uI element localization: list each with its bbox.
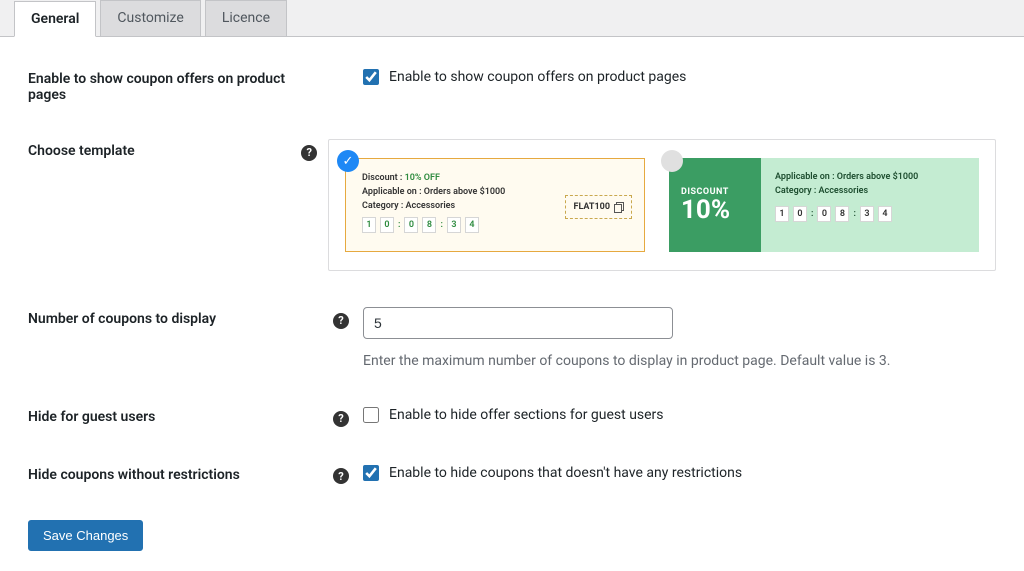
timer-digit: 0 <box>404 217 418 233</box>
row-choose-template: Choose template ? ✓ Discount : 10% OFF A… <box>28 139 996 271</box>
row-hide-no-restrict: Hide coupons without restrictions ? Enab… <box>28 463 996 485</box>
row-num-coupons: Number of coupons to display ? Enter the… <box>28 307 996 369</box>
input-num-coupons[interactable] <box>363 307 673 339</box>
tpl2-category: Category : Accessories <box>775 186 969 196</box>
timer-digit: 3 <box>447 217 461 233</box>
template-unselected-badge <box>661 150 683 172</box>
help-icon[interactable]: ? <box>333 313 349 329</box>
label-hide-guest: Hide for guest users <box>28 405 333 425</box>
template-option-1[interactable]: ✓ Discount : 10% OFF Applicable on : Ord… <box>345 158 645 252</box>
timer-digit: 1 <box>362 217 376 233</box>
checkbox-enable-offers[interactable] <box>363 69 379 85</box>
checkbox-hide-no-restrict[interactable] <box>363 465 379 481</box>
help-icon[interactable]: ? <box>333 468 349 484</box>
checkbox-label-enable-offers: Enable to show coupon offers on product … <box>389 69 686 85</box>
tpl2-timer: 1 0 : 0 8 : 3 4 <box>775 206 969 222</box>
template-selected-badge: ✓ <box>337 150 359 172</box>
copy-icon <box>614 202 623 212</box>
checkbox-label-hide-guest: Enable to hide offer sections for guest … <box>389 407 664 423</box>
tab-general[interactable]: General <box>14 1 96 37</box>
label-hide-no-restrict: Hide coupons without restrictions <box>28 463 333 483</box>
timer-colon: : <box>398 220 400 230</box>
tpl1-discount-value: 10% OFF <box>405 173 440 183</box>
tab-customize[interactable]: Customize <box>100 0 200 36</box>
row-enable-offers: Enable to show coupon offers on product … <box>28 67 996 103</box>
tpl2-applicable: Applicable on : Orders above $1000 <box>775 172 969 182</box>
tpl1-category: Category : Accessories <box>362 201 565 211</box>
timer-digit: 4 <box>465 217 479 233</box>
tab-licence[interactable]: Licence <box>205 0 287 36</box>
description-num-coupons: Enter the maximum number of coupons to d… <box>363 353 996 369</box>
check-icon: ✓ <box>343 154 354 169</box>
timer-digit: 0 <box>817 206 831 222</box>
tabs-nav: General Customize Licence <box>0 0 1024 37</box>
label-choose-template: Choose template <box>28 139 301 159</box>
help-icon[interactable]: ? <box>333 411 349 427</box>
timer-digit: 3 <box>860 206 874 222</box>
timer-digit: 1 <box>775 206 789 222</box>
tpl1-timer: 1 0 : 0 8 : 3 4 <box>362 217 565 233</box>
timer-digit: 8 <box>835 206 849 222</box>
templates-container: ✓ Discount : 10% OFF Applicable on : Ord… <box>328 139 996 271</box>
timer-digit: 0 <box>380 217 394 233</box>
checkbox-label-hide-no-restrict: Enable to hide coupons that doesn't have… <box>389 465 742 481</box>
save-button[interactable]: Save Changes <box>28 520 143 551</box>
timer-digit: 8 <box>422 217 436 233</box>
tpl1-discount-prefix: Discount : <box>362 173 405 183</box>
timer-colon: : <box>440 220 442 230</box>
tpl1-coupon-code: FLAT100 <box>565 195 632 219</box>
help-icon[interactable]: ? <box>301 145 317 161</box>
timer-colon: : <box>811 209 813 219</box>
timer-colon: : <box>853 209 855 219</box>
timer-digit: 0 <box>793 206 807 222</box>
settings-form: Enable to show coupon offers on product … <box>0 37 1024 571</box>
label-enable-offers: Enable to show coupon offers on product … <box>28 67 333 103</box>
timer-digit: 4 <box>878 206 892 222</box>
tpl2-discount-value: 10% <box>681 197 761 223</box>
template-option-2[interactable]: DISCOUNT 10% Applicable on : Orders abov… <box>669 158 979 252</box>
checkbox-hide-guest[interactable] <box>363 407 379 423</box>
row-hide-guest: Hide for guest users ? Enable to hide of… <box>28 405 996 427</box>
tpl1-applicable: Applicable on : Orders above $1000 <box>362 187 565 197</box>
label-num-coupons: Number of coupons to display <box>28 307 333 327</box>
